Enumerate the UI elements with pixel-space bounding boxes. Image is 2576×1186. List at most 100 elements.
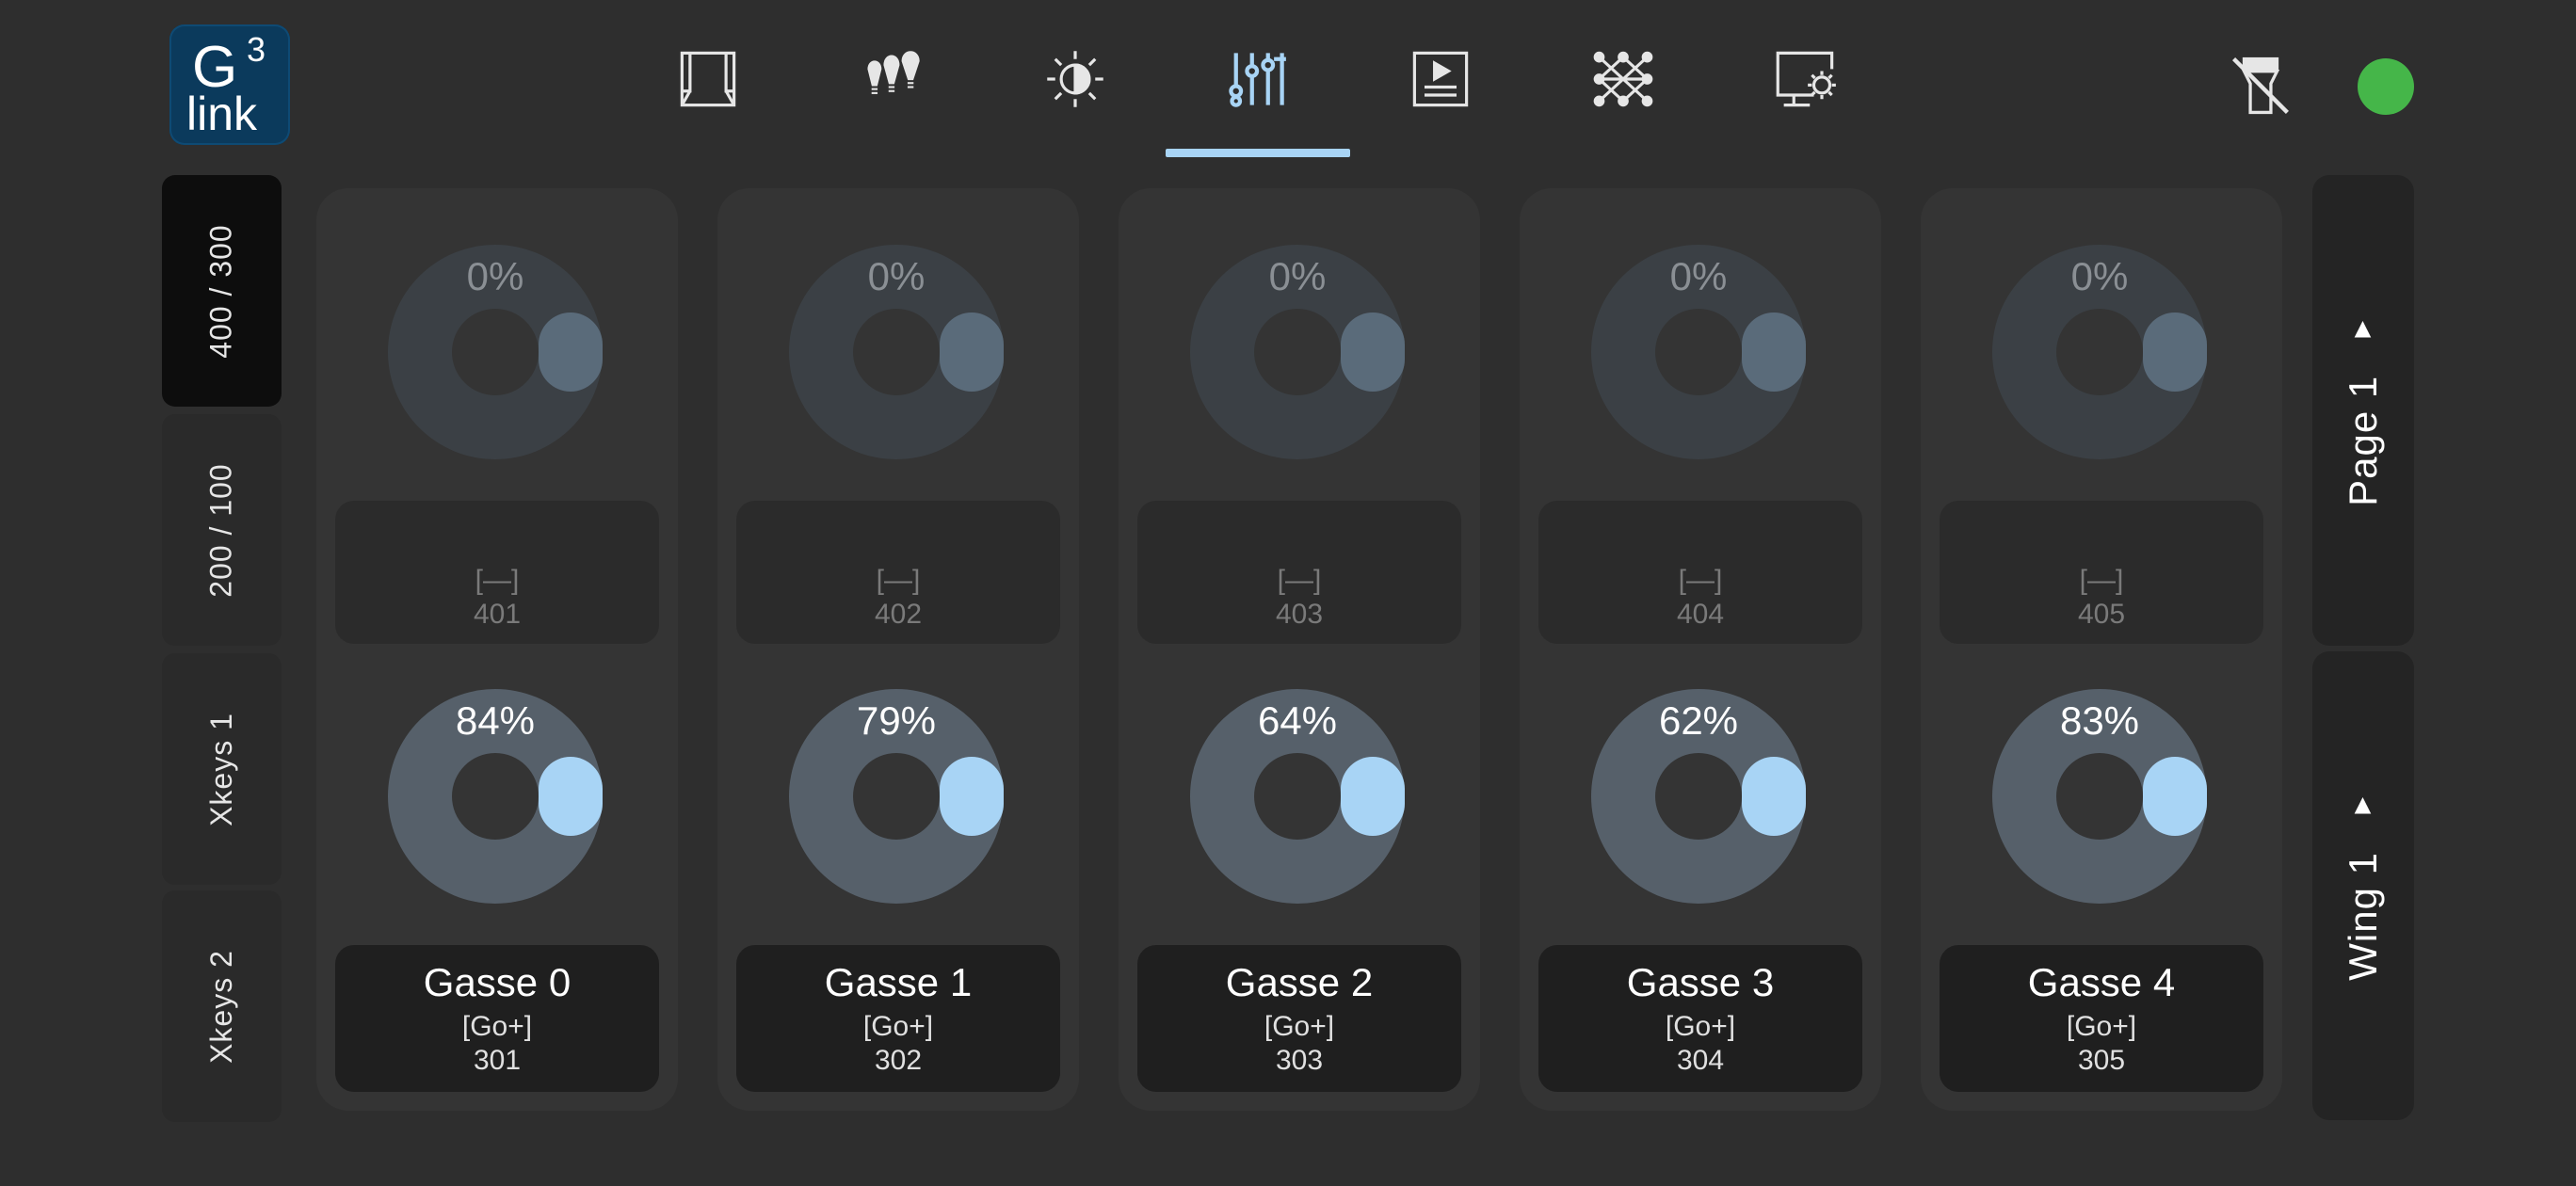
settings-display-icon (1776, 51, 1836, 107)
dial-handle[interactable] (539, 757, 603, 836)
active-tab-indicator (1166, 149, 1350, 157)
executor-column: 0% [—] 405 83% Gasse 4 [Go+] 305 (1921, 188, 2282, 1111)
executor-name: Gasse 3 (1626, 960, 1775, 1004)
dial-handle[interactable] (1341, 757, 1405, 836)
dial-center (1655, 309, 1742, 395)
executor-function: [—] (2079, 565, 2124, 596)
connection-status-indicator (2358, 58, 2414, 115)
executor-number: 401 (473, 599, 522, 630)
nav-network-button[interactable] (1586, 41, 1661, 117)
executor-function: [—] (475, 565, 520, 596)
left-tab-xkeys-2[interactable]: Xkeys 2 (162, 890, 282, 1122)
fader-percent: 0% (1268, 254, 1327, 298)
fader-percent: 0% (466, 254, 524, 298)
wing-selector-button[interactable]: Wing 1 ▲ (2312, 651, 2414, 1120)
executor-button-top[interactable]: [—] 401 (335, 501, 659, 644)
executor-number: 303 (1275, 1045, 1324, 1076)
nav-settings-button[interactable] (1768, 41, 1843, 117)
arrow-right-icon: ▲ (2348, 789, 2378, 821)
fader-knob-top[interactable]: 0% (1190, 245, 1405, 459)
left-tab-xkeys-1[interactable]: Xkeys 1 (162, 653, 282, 885)
executor-function: [—] (1678, 565, 1723, 596)
nav-faders-button[interactable] (1218, 41, 1294, 117)
fader-percent: 0% (867, 254, 926, 298)
executor-button-bottom[interactable]: Gasse 4 [Go+] 305 (1940, 945, 2263, 1092)
executor-number: 302 (874, 1045, 923, 1076)
flash-toggle-button[interactable] (2228, 53, 2294, 119)
fader-percent: 79% (856, 698, 937, 743)
faders-icon (1229, 53, 1286, 107)
executor-button-top[interactable]: [—] 405 (1940, 501, 2263, 644)
fixtures-icon (867, 51, 920, 94)
left-tab-200-100[interactable]: 200 / 100 (162, 414, 282, 646)
executor-number: 405 (2077, 599, 2126, 630)
executor-name: Gasse 1 (824, 960, 973, 1004)
stage-icon (680, 51, 736, 107)
executor-column: 0% [—] 403 64% Gasse 2 [Go+] 303 (1119, 188, 1480, 1111)
fader-knob-bottom[interactable]: 83% (1992, 689, 2207, 904)
dial-center (1655, 753, 1742, 840)
executor-function: [Go+] (1264, 1011, 1335, 1042)
dial-center (452, 753, 539, 840)
executor-function: [Go+] (1665, 1011, 1736, 1042)
dial-center (2056, 309, 2143, 395)
dial-center (853, 753, 940, 840)
dial-handle[interactable] (940, 757, 1004, 836)
executor-column: 0% [—] 404 62% Gasse 3 [Go+] 304 (1520, 188, 1881, 1111)
nav-intensity-button[interactable] (1038, 41, 1113, 117)
executor-button-top[interactable]: [—] 403 (1137, 501, 1461, 644)
fader-knob-top[interactable]: 0% (789, 245, 1004, 459)
executor-number: 403 (1275, 599, 1324, 630)
dial-handle[interactable] (940, 313, 1004, 392)
executor-button-bottom[interactable]: Gasse 0 [Go+] 301 (335, 945, 659, 1092)
nav-fixtures-button[interactable] (855, 41, 930, 117)
executor-button-top[interactable]: [—] 404 (1538, 501, 1862, 644)
left-tab-label: Xkeys 2 (203, 949, 238, 1064)
dial-handle[interactable] (539, 313, 603, 392)
dial-handle[interactable] (2143, 313, 2207, 392)
dial-center (1254, 753, 1341, 840)
dial-handle[interactable] (2143, 757, 2207, 836)
fader-percent: 62% (1658, 698, 1739, 743)
executor-button-bottom[interactable]: Gasse 1 [Go+] 302 (736, 945, 1060, 1092)
executor-number: 304 (1676, 1045, 1725, 1076)
dial-handle[interactable] (1341, 313, 1405, 392)
left-tab-400-300[interactable]: 400 / 300 (162, 175, 282, 407)
fader-knob-top[interactable]: 0% (1992, 245, 2207, 459)
nav-sequence-button[interactable] (1403, 41, 1478, 117)
page-label: Page 1 (2341, 375, 2385, 506)
executor-number: 305 (2077, 1045, 2126, 1076)
fader-knob-bottom[interactable]: 62% (1591, 689, 1806, 904)
dial-center (853, 309, 940, 395)
executor-button-bottom[interactable]: Gasse 2 [Go+] 303 (1137, 945, 1461, 1092)
executor-number: 301 (473, 1045, 522, 1076)
fader-percent: 64% (1257, 698, 1338, 743)
executor-function: [—] (1277, 565, 1322, 596)
fader-knob-bottom[interactable]: 84% (388, 689, 603, 904)
executor-name: Gasse 2 (1225, 960, 1374, 1004)
fader-knob-top[interactable]: 0% (1591, 245, 1806, 459)
left-tab-label: 400 / 300 (204, 223, 239, 359)
nav-stage-button[interactable] (670, 41, 746, 117)
left-tab-label: Xkeys 1 (203, 712, 238, 826)
top-navigation (0, 0, 2576, 160)
network-icon (1593, 51, 1653, 107)
executor-number: 404 (1676, 599, 1725, 630)
dial-center (452, 309, 539, 395)
flash-off-icon (2232, 56, 2289, 115)
fader-knob-top[interactable]: 0% (388, 245, 603, 459)
dial-handle[interactable] (1742, 757, 1806, 836)
executor-column: 0% [—] 401 84% Gasse 0 [Go+] 301 (316, 188, 678, 1111)
executor-function: [Go+] (461, 1011, 533, 1042)
arrow-right-icon: ▲ (2348, 313, 2378, 345)
fader-percent: 0% (1669, 254, 1728, 298)
executor-button-top[interactable]: [—] 402 (736, 501, 1060, 644)
fader-percent: 84% (455, 698, 536, 743)
executor-function: [—] (876, 565, 921, 596)
dial-handle[interactable] (1742, 313, 1806, 392)
executor-button-bottom[interactable]: Gasse 3 [Go+] 304 (1538, 945, 1862, 1092)
page-selector-button[interactable]: Page 1 ▲ (2312, 175, 2414, 646)
fader-knob-bottom[interactable]: 79% (789, 689, 1004, 904)
fader-percent: 0% (2070, 254, 2129, 298)
fader-knob-bottom[interactable]: 64% (1190, 689, 1405, 904)
